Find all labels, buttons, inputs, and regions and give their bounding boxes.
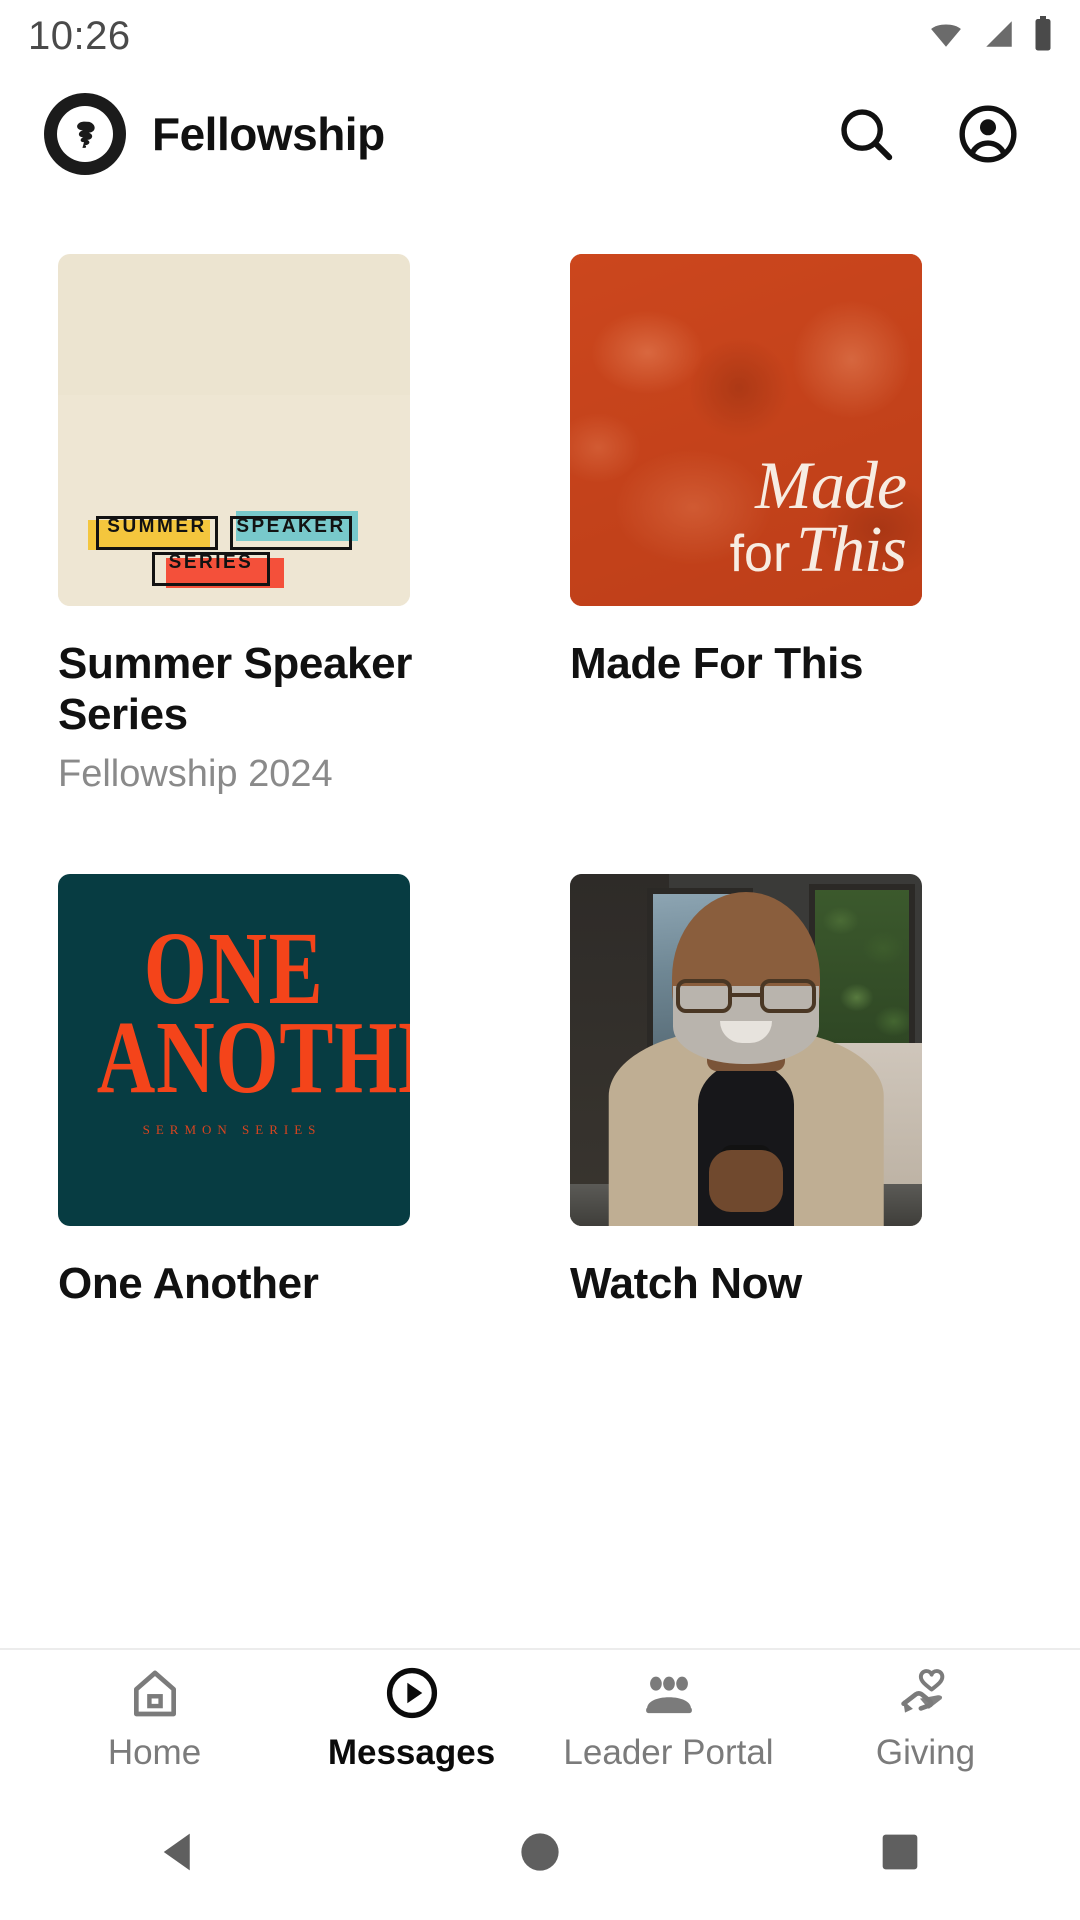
nav-label: Home	[107, 1732, 202, 1772]
artwork-word-another: ANOTHER	[96, 1000, 410, 1116]
play-circle-icon	[384, 1665, 440, 1721]
media-card-grid: SUMMER SPEAKER SERIES Summer Speaker Ser…	[0, 196, 1080, 1309]
card-subtitle: Fellowship 2024	[58, 753, 333, 796]
artwork-block-speaker: SPEAKER	[230, 511, 358, 550]
people-group-icon	[641, 1665, 697, 1721]
account-circle-icon[interactable]	[952, 98, 1024, 170]
app-screen: 10:26 Fellowship SUMMER SPEAKER SERIES S…	[0, 0, 1080, 1920]
artwork-script-text: Made for This	[729, 447, 907, 588]
brand[interactable]: Fellowship	[44, 93, 385, 175]
card-title: Watch Now	[570, 1258, 802, 1308]
wifi-icon	[926, 17, 966, 56]
nav-item-home[interactable]: Home	[45, 1665, 265, 1770]
artwork-block-series: SERIES	[152, 552, 284, 588]
media-card-summer-speaker-series[interactable]: SUMMER SPEAKER SERIES Summer Speaker Ser…	[58, 254, 512, 796]
nav-item-leader-portal[interactable]: Leader Portal	[559, 1665, 779, 1770]
hand-heart-icon	[898, 1665, 954, 1721]
card-title: One Another	[58, 1258, 319, 1308]
app-header: Fellowship	[0, 72, 1080, 196]
android-system-nav	[0, 1784, 1080, 1920]
search-icon[interactable]	[830, 98, 902, 170]
status-icons	[926, 15, 1054, 57]
one-another-artwork[interactable]: ONE ANOTHER SERMON SERIES	[58, 873, 410, 1226]
nav-label: Messages	[327, 1732, 496, 1772]
bottom-navigation-bar: Home Messages Leader Portal Giving	[0, 1648, 1080, 1784]
card-title: Summer Speaker Series	[58, 639, 412, 740]
fellowship-logo-icon	[44, 93, 126, 175]
cellular-signal-icon	[980, 17, 1018, 56]
status-time: 10:26	[28, 14, 131, 58]
status-bar: 10:26	[0, 0, 1080, 72]
speaker-video-thumbnail[interactable]	[570, 873, 922, 1226]
content-scroll-area[interactable]: SUMMER SPEAKER SERIES Summer Speaker Ser…	[0, 196, 1080, 1648]
artwork-word-one: ONE	[143, 910, 325, 1026]
artwork-tagline: SERMON SERIES	[142, 1122, 322, 1138]
recents-square-icon[interactable]	[840, 1802, 960, 1902]
nav-item-messages[interactable]: Messages	[302, 1665, 522, 1770]
back-triangle-icon[interactable]	[120, 1802, 240, 1902]
media-card-one-another[interactable]: ONE ANOTHER SERMON SERIES One Another	[58, 873, 512, 1309]
home-icon	[127, 1665, 183, 1721]
summer-speaker-series-artwork[interactable]: SUMMER SPEAKER SERIES	[58, 254, 410, 606]
battery-icon	[1032, 15, 1054, 57]
script-this: This	[796, 513, 907, 586]
media-card-watch-now[interactable]: Watch Now	[570, 873, 1024, 1309]
app-header-actions	[830, 98, 1042, 170]
media-card-made-for-this[interactable]: Made for This Made For This	[570, 254, 1024, 796]
home-circle-icon[interactable]	[480, 1802, 600, 1902]
nav-item-giving[interactable]: Giving	[816, 1665, 1036, 1770]
made-for-this-artwork[interactable]: Made for This	[570, 254, 922, 606]
script-for: for	[729, 525, 791, 583]
script-made: Made	[755, 447, 907, 524]
page-title: Fellowship	[152, 108, 385, 160]
artwork-block-summer: SUMMER	[88, 516, 218, 550]
card-title: Made For This	[570, 639, 864, 688]
nav-label: Leader Portal	[563, 1732, 774, 1772]
flame-f-glyph	[77, 121, 95, 148]
nav-label: Giving	[875, 1732, 976, 1772]
